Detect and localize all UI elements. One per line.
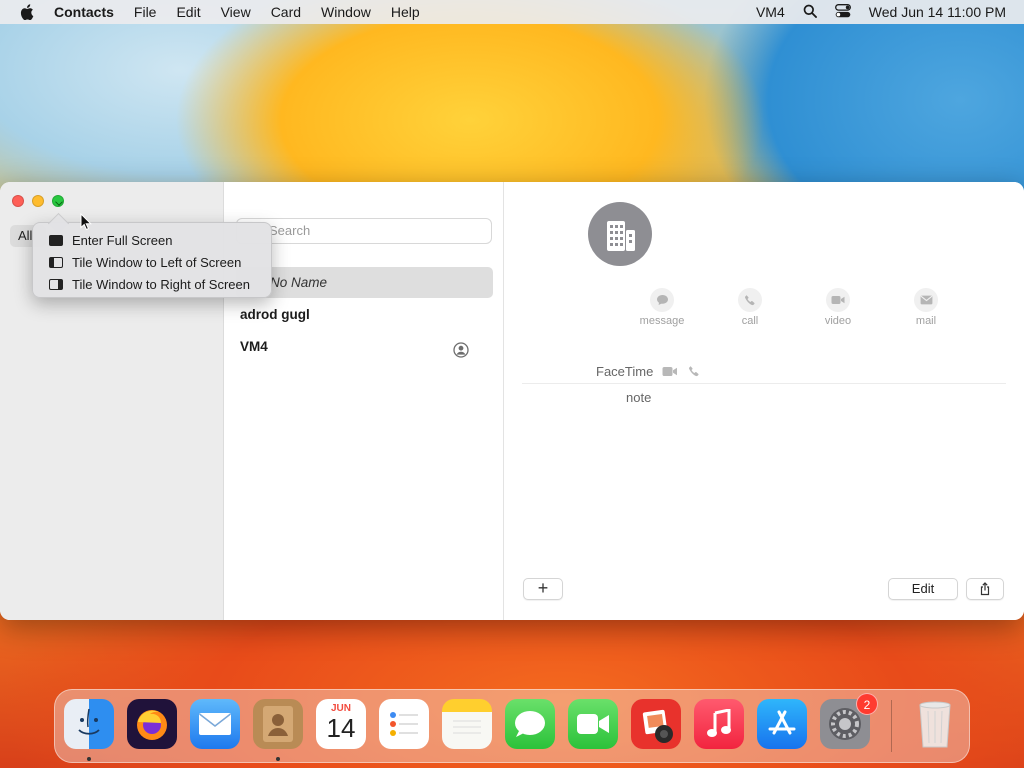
call-label: call — [741, 315, 759, 327]
notes-icon[interactable] — [442, 699, 492, 749]
video-camera-icon — [826, 288, 850, 312]
menu-window[interactable]: Window — [311, 0, 381, 24]
envelope-icon — [914, 288, 938, 312]
full-screen-icon — [49, 234, 63, 246]
menubar-clock[interactable]: Wed Jun 14 11:00 PM — [869, 4, 1006, 20]
menu-item-label: Tile Window to Right of Screen — [72, 276, 250, 292]
menu-item-label: Enter Full Screen — [72, 232, 173, 248]
menu-card[interactable]: Card — [261, 0, 311, 24]
list-item[interactable]: VM4 — [236, 331, 493, 362]
message-label: message — [639, 315, 685, 327]
facetime-label: FaceTime — [596, 364, 654, 379]
control-center-icon[interactable] — [834, 3, 851, 21]
contacts-app-icon[interactable] — [253, 699, 303, 749]
notification-badge: 2 — [856, 693, 878, 715]
facetime-audio-icon[interactable] — [688, 364, 700, 382]
search-input[interactable]: Search — [236, 218, 492, 244]
message-action[interactable]: message — [634, 288, 690, 327]
menu-item-label: Tile Window to Left of Screen — [72, 254, 242, 270]
trash-icon[interactable] — [910, 699, 960, 749]
facetime-video-icon[interactable] — [662, 364, 678, 382]
calendar-icon[interactable]: JUN 14 — [316, 699, 366, 749]
dock-separator — [891, 700, 892, 752]
contact-actions: message call video mail — [634, 288, 954, 327]
apple-menu-icon[interactable] — [16, 0, 38, 24]
menu-view[interactable]: View — [211, 0, 261, 24]
window-controls — [12, 195, 64, 207]
mail-action[interactable]: mail — [898, 288, 954, 327]
firefox-icon[interactable] — [127, 699, 177, 749]
menu-item-enter-full-screen[interactable]: Enter Full Screen — [33, 229, 271, 251]
photo-booth-icon[interactable] — [631, 699, 681, 749]
tile-left-icon — [49, 256, 63, 268]
message-bubble-icon — [650, 288, 674, 312]
list-item-selected[interactable]: No Name — [236, 267, 493, 298]
spotlight-search-icon[interactable] — [803, 4, 817, 21]
video-action[interactable]: video — [810, 288, 866, 327]
list-item[interactable]: adrod gugl — [236, 299, 493, 330]
messages-icon[interactable] — [505, 699, 555, 749]
music-icon[interactable] — [694, 699, 744, 749]
calendar-day: 14 — [326, 713, 356, 743]
edit-button[interactable]: Edit — [888, 578, 958, 600]
dock: JUN 14 2 — [54, 689, 970, 763]
menubar-user[interactable]: VM4 — [756, 4, 785, 20]
contacts-running-dot — [276, 757, 280, 761]
company-avatar — [588, 202, 652, 266]
share-icon — [980, 582, 990, 596]
mouse-pointer-icon — [80, 212, 92, 231]
finder-running-dot — [87, 757, 91, 761]
minimize-button[interactable] — [32, 195, 44, 207]
building-icon — [607, 221, 635, 251]
phone-icon — [738, 288, 762, 312]
reminders-icon[interactable] — [379, 699, 429, 749]
finder-icon[interactable] — [64, 699, 114, 749]
tile-right-icon — [49, 278, 63, 290]
zoom-button[interactable] — [52, 195, 64, 207]
menu-file[interactable]: File — [124, 0, 167, 24]
contact-detail: message call video mail FaceTime note + … — [504, 182, 1024, 620]
mail-label: mail — [915, 315, 937, 327]
menu-contacts[interactable]: Contacts — [44, 0, 124, 24]
system-settings-icon[interactable]: 2 — [820, 693, 878, 749]
video-label: video — [824, 315, 852, 327]
my-card-icon — [453, 338, 469, 358]
facetime-row: FaceTime — [522, 360, 1006, 384]
share-button[interactable] — [966, 578, 1004, 600]
close-button[interactable] — [12, 195, 24, 207]
app-store-icon[interactable] — [757, 699, 807, 749]
facetime-app-icon[interactable] — [568, 699, 618, 749]
note-label: note — [626, 390, 652, 405]
mail-app-icon[interactable] — [190, 699, 240, 749]
call-action[interactable]: call — [722, 288, 778, 327]
menu-help[interactable]: Help — [381, 0, 430, 24]
menu-item-tile-left[interactable]: Tile Window to Left of Screen — [33, 251, 271, 273]
menu-bar: Contacts File Edit View Card Window Help… — [0, 0, 1024, 24]
menu-item-tile-right[interactable]: Tile Window to Right of Screen — [33, 273, 271, 295]
window-tile-menu: Enter Full Screen Tile Window to Left of… — [32, 222, 272, 298]
menu-edit[interactable]: Edit — [166, 0, 210, 24]
list-item-label: VM4 — [240, 339, 268, 354]
add-field-button[interactable]: + — [523, 578, 563, 600]
